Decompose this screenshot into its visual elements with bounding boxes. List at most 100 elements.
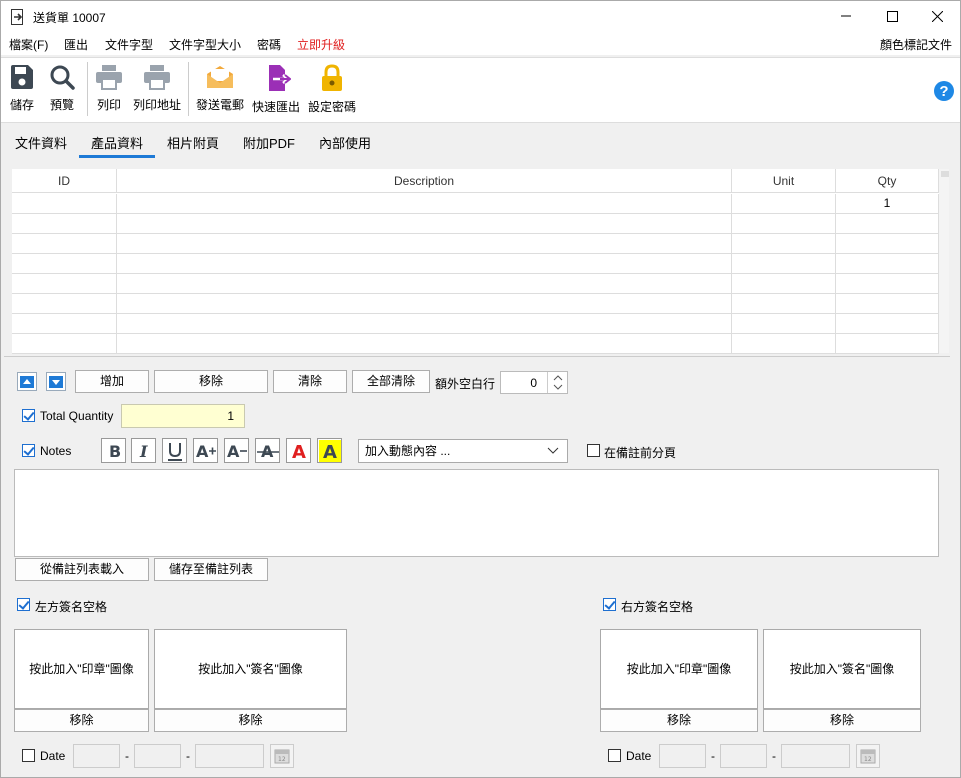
right-stamp-remove-button[interactable]: 移除 [600, 709, 758, 732]
table-row[interactable] [12, 274, 939, 294]
highlight-button[interactable]: A [317, 438, 342, 463]
table-row[interactable] [12, 234, 939, 254]
cell-description[interactable] [117, 194, 732, 214]
cell-qty[interactable]: 1 [836, 194, 939, 214]
increase-font-button[interactable]: A [193, 438, 218, 463]
cell-description[interactable] [117, 334, 732, 354]
print-button[interactable]: 列印 [92, 62, 126, 118]
remove-row-button[interactable]: 移除 [154, 370, 268, 393]
cell-unit[interactable] [732, 314, 836, 334]
right-signature-image-box[interactable]: 按此加入"簽名"圖像 [763, 629, 921, 709]
italic-button[interactable]: I [131, 438, 156, 463]
table-scrollbar[interactable] [939, 169, 949, 353]
cell-unit[interactable] [732, 234, 836, 254]
cell-qty[interactable] [836, 334, 939, 354]
print-address-button[interactable]: 列印地址 [132, 62, 182, 118]
column-header-id[interactable]: ID [12, 169, 117, 193]
quick-export-button[interactable]: 快速匯出 [251, 62, 301, 118]
cell-unit[interactable] [732, 254, 836, 274]
left-date-year-field[interactable] [195, 744, 264, 768]
decrease-font-button[interactable]: A [224, 438, 249, 463]
set-password-button[interactable]: 設定密碼 [307, 62, 357, 118]
send-email-button[interactable]: 發送電郵 [195, 62, 245, 118]
right-calendar-button[interactable]: 12 [856, 744, 880, 768]
table-row[interactable] [12, 314, 939, 334]
cell-qty[interactable] [836, 314, 939, 334]
menu-document-font[interactable]: 文件字型 [105, 36, 153, 53]
menu-password[interactable]: 密碼 [257, 36, 281, 53]
left-date-day-field[interactable] [73, 744, 120, 768]
cell-id[interactable] [12, 274, 117, 294]
help-icon[interactable]: ? [933, 80, 955, 102]
clear-all-button[interactable]: 全部清除 [352, 370, 430, 393]
tab-product-info[interactable]: 產品資料 [91, 133, 143, 152]
underline-button[interactable] [162, 438, 187, 463]
cell-qty[interactable] [836, 294, 939, 314]
tab-photo-appendix[interactable]: 相片附頁 [167, 133, 219, 152]
cell-id[interactable] [12, 194, 117, 214]
move-up-button[interactable] [17, 372, 37, 391]
table-scrollbar-thumb[interactable] [941, 171, 949, 177]
cell-description[interactable] [117, 214, 732, 234]
cell-unit[interactable] [732, 194, 836, 214]
cell-unit[interactable] [732, 334, 836, 354]
table-row[interactable]: 1 [12, 194, 939, 214]
right-signature-checkbox[interactable] [603, 598, 616, 611]
cell-description[interactable] [117, 274, 732, 294]
table-row[interactable] [12, 254, 939, 274]
cell-qty[interactable] [836, 234, 939, 254]
table-row[interactable] [12, 214, 939, 234]
add-row-button[interactable]: 增加 [75, 370, 149, 393]
table-row[interactable] [12, 334, 939, 354]
clear-row-button[interactable]: 清除 [273, 370, 347, 393]
maximize-button[interactable] [869, 1, 915, 31]
cell-id[interactable] [12, 254, 117, 274]
cell-id[interactable] [12, 294, 117, 314]
menu-file[interactable]: 檔案(F) [9, 36, 48, 53]
left-signature-image-box[interactable]: 按此加入"簽名"圖像 [154, 629, 347, 709]
cell-id[interactable] [12, 314, 117, 334]
close-button[interactable] [914, 1, 960, 31]
left-date-month-field[interactable] [134, 744, 181, 768]
right-stamp-image-box[interactable]: 按此加入"印章"圖像 [600, 629, 758, 709]
total-quantity-checkbox[interactable] [22, 409, 35, 422]
preview-button[interactable]: 預覽 [45, 62, 79, 118]
table-row[interactable] [12, 294, 939, 314]
cell-id[interactable] [12, 214, 117, 234]
extra-blank-rows-stepper[interactable]: 0 [500, 371, 568, 394]
tab-document-info[interactable]: 文件資料 [15, 133, 67, 152]
column-header-description[interactable]: Description [117, 169, 732, 193]
cell-unit[interactable] [732, 294, 836, 314]
menu-color-tag-document[interactable]: 顏色標記文件 [880, 36, 952, 53]
right-signature-remove-button[interactable]: 移除 [763, 709, 921, 732]
cell-id[interactable] [12, 234, 117, 254]
cell-qty[interactable] [836, 274, 939, 294]
right-date-day-field[interactable] [659, 744, 706, 768]
cell-id[interactable] [12, 334, 117, 354]
minimize-button[interactable] [823, 1, 869, 31]
right-date-year-field[interactable] [781, 744, 850, 768]
move-down-button[interactable] [46, 372, 66, 391]
cell-unit[interactable] [732, 214, 836, 234]
left-signature-checkbox[interactable] [17, 598, 30, 611]
cell-description[interactable] [117, 314, 732, 334]
notes-textarea[interactable] [14, 469, 939, 557]
save-button[interactable]: 儲存 [5, 62, 39, 118]
save-to-notes-list-button[interactable]: 儲存至備註列表 [154, 558, 268, 581]
menu-document-font-size[interactable]: 文件字型大小 [169, 36, 241, 53]
menu-export[interactable]: 匯出 [64, 36, 88, 53]
cell-description[interactable] [117, 254, 732, 274]
bold-button[interactable]: B [101, 438, 126, 463]
column-header-unit[interactable]: Unit [732, 169, 836, 193]
column-header-qty[interactable]: Qty [836, 169, 939, 193]
left-signature-remove-button[interactable]: 移除 [154, 709, 347, 732]
stepper-buttons[interactable] [547, 372, 567, 393]
page-break-before-notes-checkbox[interactable] [587, 444, 600, 457]
dynamic-content-dropdown[interactable]: 加入動態內容 ... [358, 439, 568, 463]
menu-upgrade-now[interactable]: 立即升級 [297, 36, 345, 53]
font-color-button[interactable]: A [286, 438, 311, 463]
cell-qty[interactable] [836, 254, 939, 274]
cell-description[interactable] [117, 294, 732, 314]
left-calendar-button[interactable]: 12 [270, 744, 294, 768]
tab-attach-pdf[interactable]: 附加PDF [243, 133, 295, 152]
